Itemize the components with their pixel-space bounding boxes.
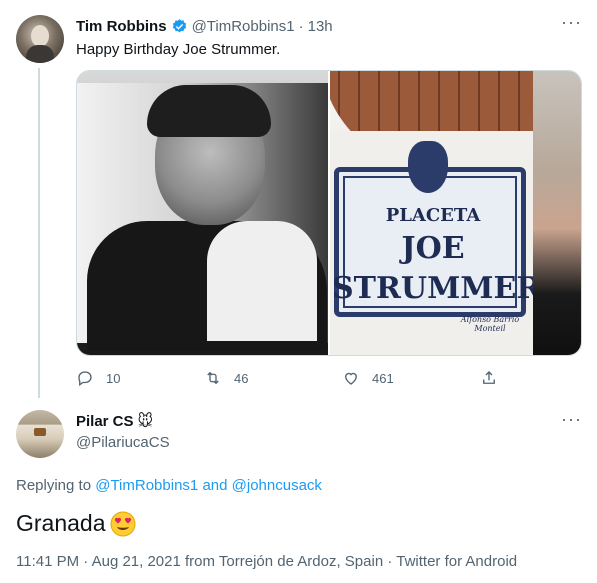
reply-icon <box>78 371 92 387</box>
retweet-icon <box>207 371 219 385</box>
reply-display-name-row: Pilar CS 🐭 <box>76 412 154 431</box>
thread-connector-line <box>38 68 40 398</box>
sign-text-signature: Alfonso Barrio Monteil <box>460 315 520 333</box>
sign-text-line-2: JOE <box>401 231 465 266</box>
heart-eyes-emoji-icon <box>110 511 136 536</box>
photo-joe-strummer-portrait[interactable] <box>77 71 328 355</box>
reply-count: 10 <box>106 370 121 386</box>
handle[interactable]: @TimRobbins1 <box>192 18 295 35</box>
share-icon <box>483 371 495 384</box>
mouse-emoji: 🐭 <box>137 413 154 430</box>
avatar-object <box>34 428 46 436</box>
replying-prefix: Replying to <box>16 477 92 494</box>
tweet-actions: 10 46 461 <box>76 368 506 388</box>
more-horizontal-icon[interactable]: ··· <box>561 13 581 37</box>
photo-sign-crest <box>408 141 448 193</box>
share-button[interactable] <box>480 368 498 388</box>
like-count: 461 <box>372 370 394 386</box>
avatar-body <box>26 45 54 63</box>
avatar-tim-robbins[interactable] <box>16 15 64 63</box>
avatar-face <box>31 25 49 47</box>
timestamp[interactable]: 13h <box>308 18 333 35</box>
sign-text-line-1: PLACETA <box>385 205 481 226</box>
reply-button[interactable]: 10 <box>76 368 120 388</box>
mention-link-2[interactable]: @johncusack <box>232 477 322 494</box>
tweet-text: Happy Birthday Joe Strummer. <box>76 41 281 58</box>
replying-to-line: Replying to @TimRobbins1 and @johncusack <box>16 477 322 494</box>
media-grid: PLACETA JOE STRUMMER Alfonso Barrio Mont… <box>76 70 582 356</box>
photo-hair <box>147 85 271 137</box>
verified-badge-icon <box>172 18 186 32</box>
reply-text: Granada <box>16 510 106 536</box>
like-button[interactable]: 461 <box>342 368 394 388</box>
more-horizontal-icon[interactable]: ··· <box>561 410 581 434</box>
photo-shirt <box>207 221 317 341</box>
mention-and: and <box>202 477 228 494</box>
separator-dot: · <box>298 17 304 35</box>
reply-text-row: Granada <box>16 510 136 537</box>
heart-icon <box>345 372 357 385</box>
reply-meta: 11:41 PM · Aug 21, 2021 from Torrejón de… <box>16 553 518 570</box>
tweet-header: Tim Robbins @TimRobbins1 · 13h <box>76 16 333 36</box>
photo-placeta-sign[interactable]: PLACETA JOE STRUMMER Alfonso Barrio Mont… <box>330 71 581 355</box>
reply-handle[interactable]: @PilariucaCS <box>76 434 170 451</box>
avatar-pilar-cs[interactable] <box>16 410 64 458</box>
sign-text-line-3: STRUMMER <box>332 271 542 306</box>
photo-person <box>533 71 581 355</box>
retweet-button[interactable]: 46 <box>204 368 248 388</box>
retweet-count: 46 <box>234 370 249 386</box>
reply-display-name[interactable]: Pilar CS <box>76 413 134 430</box>
display-name[interactable]: Tim Robbins <box>76 18 167 35</box>
mention-link-1[interactable]: @TimRobbins1 <box>95 477 198 494</box>
